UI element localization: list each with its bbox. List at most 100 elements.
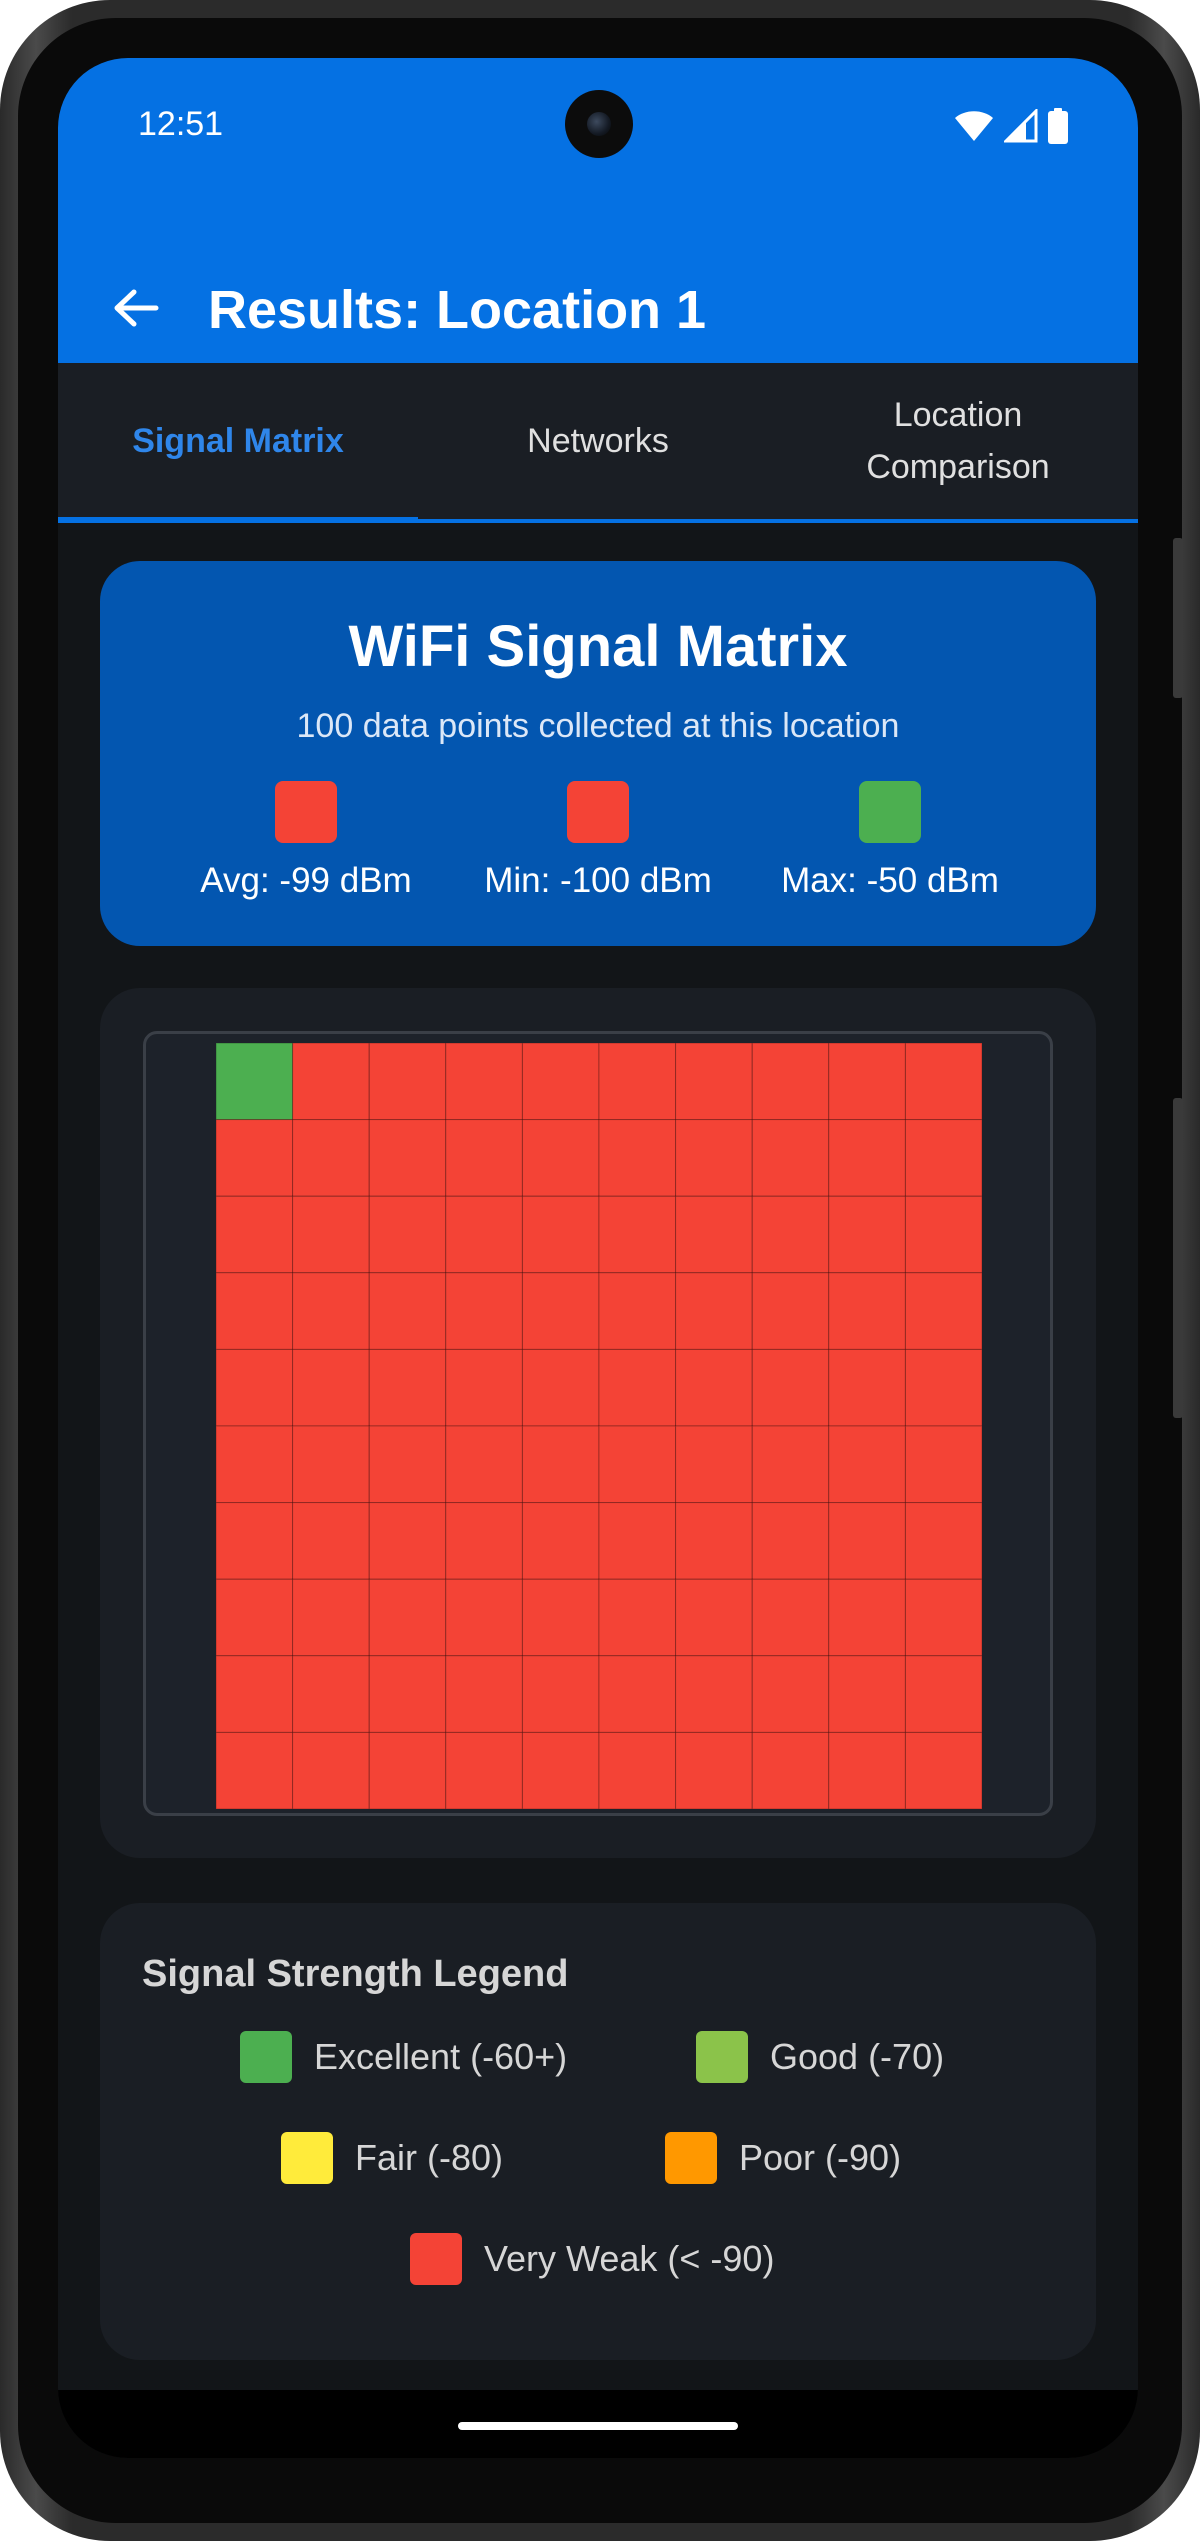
matrix-cell[interactable] [598,1425,677,1504]
matrix-cell[interactable] [675,1731,753,1809]
matrix-cell[interactable] [598,1272,677,1350]
matrix-cell[interactable] [751,1502,830,1580]
matrix-cell[interactable] [368,1272,447,1350]
matrix-cell[interactable] [445,1502,523,1580]
tab-networks[interactable]: Networks [418,363,778,519]
matrix-cell[interactable] [751,1425,830,1504]
matrix-cell[interactable] [904,1578,982,1657]
matrix-cell[interactable] [521,1731,600,1809]
matrix-cell[interactable] [904,1272,982,1350]
matrix-cell[interactable] [292,1578,370,1657]
matrix-cell[interactable] [292,1272,370,1350]
matrix-cell[interactable] [368,1425,447,1504]
matrix-cell[interactable] [751,1119,830,1197]
matrix-cell[interactable] [828,1655,906,1733]
matrix-cell[interactable] [445,1272,523,1350]
matrix-cell[interactable] [521,1425,600,1504]
matrix-cell[interactable] [598,1655,677,1733]
matrix-cell[interactable] [368,1348,447,1427]
tab-location-comparison[interactable]: Location Comparison [778,363,1138,519]
matrix-cell[interactable] [521,1348,600,1427]
matrix-cell[interactable] [216,1195,294,1274]
matrix-cell[interactable] [904,1195,982,1274]
matrix-cell[interactable] [292,1731,370,1809]
matrix-cell[interactable] [828,1195,906,1274]
matrix-cell[interactable] [675,1578,753,1657]
matrix-cell[interactable] [216,1272,294,1350]
home-indicator[interactable] [458,2422,738,2430]
matrix-cell[interactable] [368,1655,447,1733]
matrix-cell[interactable] [751,1348,830,1427]
matrix-cell[interactable] [828,1425,906,1504]
matrix-cell[interactable] [292,1502,370,1580]
matrix-cell[interactable] [521,1119,600,1197]
matrix-cell[interactable] [216,1348,294,1427]
matrix-cell[interactable] [598,1119,677,1197]
matrix-cell[interactable] [751,1272,830,1350]
matrix-cell[interactable] [828,1731,906,1809]
matrix-cell[interactable] [368,1043,447,1121]
matrix-cell[interactable] [751,1731,830,1809]
matrix-cell[interactable] [445,1655,523,1733]
matrix-cell[interactable] [675,1502,753,1580]
matrix-cell[interactable] [445,1425,523,1504]
matrix-cell[interactable] [445,1043,523,1121]
matrix-cell[interactable] [751,1043,830,1121]
matrix-cell[interactable] [216,1731,294,1809]
matrix-cell[interactable] [598,1502,677,1580]
matrix-cell[interactable] [675,1272,753,1350]
matrix-cell[interactable] [675,1119,753,1197]
matrix-cell[interactable] [216,1578,294,1657]
matrix-cell[interactable] [904,1348,982,1427]
matrix-cell[interactable] [521,1043,600,1121]
matrix-cell[interactable] [368,1578,447,1657]
matrix-cell[interactable] [675,1195,753,1274]
matrix-cell[interactable] [521,1272,600,1350]
matrix-cell[interactable] [216,1655,294,1733]
matrix-cell[interactable] [445,1119,523,1197]
matrix-cell[interactable] [904,1119,982,1197]
matrix-cell[interactable] [292,1043,370,1121]
matrix-cell[interactable] [828,1043,906,1121]
matrix-cell[interactable] [751,1655,830,1733]
matrix-cell[interactable] [368,1502,447,1580]
matrix-cell[interactable] [445,1731,523,1809]
matrix-cell[interactable] [904,1731,982,1809]
matrix-cell[interactable] [292,1655,370,1733]
matrix-cell[interactable] [828,1119,906,1197]
matrix-cell[interactable] [904,1502,982,1580]
matrix-cell[interactable] [904,1655,982,1733]
tab-signal-matrix[interactable]: Signal Matrix [58,363,418,523]
matrix-cell[interactable] [828,1578,906,1657]
matrix-cell[interactable] [904,1425,982,1504]
matrix-cell[interactable] [598,1043,677,1121]
matrix-cell[interactable] [521,1502,600,1580]
matrix-cell[interactable] [216,1043,294,1121]
matrix-cell[interactable] [521,1578,600,1657]
matrix-cell[interactable] [292,1348,370,1427]
matrix-cell[interactable] [675,1043,753,1121]
back-button[interactable] [106,278,166,338]
matrix-cell[interactable] [445,1348,523,1427]
matrix-cell[interactable] [598,1578,677,1657]
matrix-cell[interactable] [828,1348,906,1427]
matrix-cell[interactable] [445,1578,523,1657]
matrix-cell[interactable] [598,1348,677,1427]
matrix-cell[interactable] [216,1425,294,1504]
matrix-cell[interactable] [368,1731,447,1809]
matrix-cell[interactable] [216,1119,294,1197]
matrix-cell[interactable] [368,1195,447,1274]
matrix-cell[interactable] [521,1195,600,1274]
matrix-cell[interactable] [598,1195,677,1274]
matrix-cell[interactable] [751,1578,830,1657]
matrix-cell[interactable] [292,1425,370,1504]
matrix-cell[interactable] [675,1348,753,1427]
matrix-cell[interactable] [675,1655,753,1733]
matrix-cell[interactable] [445,1195,523,1274]
matrix-cell[interactable] [751,1195,830,1274]
matrix-cell[interactable] [598,1731,677,1809]
matrix-cell[interactable] [368,1119,447,1197]
matrix-cell[interactable] [828,1272,906,1350]
matrix-cell[interactable] [675,1425,753,1504]
matrix-cell[interactable] [292,1195,370,1274]
